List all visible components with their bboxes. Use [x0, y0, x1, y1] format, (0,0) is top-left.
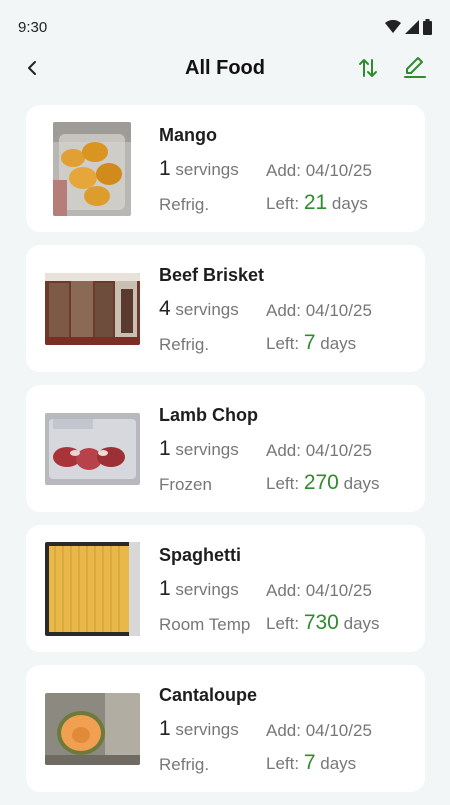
added-date: Add: 04/10/25 [266, 301, 372, 321]
servings: 4 servings [159, 297, 239, 321]
added-date: Add: 04/10/25 [266, 161, 372, 181]
food-photo-beef-brisket [45, 273, 140, 345]
food-photo-cantaloupe [45, 693, 140, 765]
add-date-value: 04/10/25 [305, 721, 372, 740]
food-card-lamb-chop[interactable]: Lamb Chop 1 servings Add: 04/10/25 Froze… [26, 385, 425, 512]
food-card-cantaloupe[interactable]: Cantaloupe 1 servings Add: 04/10/25 Refr… [26, 665, 425, 792]
servings-label: servings [175, 300, 239, 319]
left-label: Left: [266, 194, 300, 213]
servings: 1 servings [159, 437, 239, 461]
app-header: All Food [0, 48, 450, 88]
days-label: days [343, 614, 380, 633]
add-label: Add: [266, 581, 301, 600]
days-left: Left: 270 days [266, 471, 380, 495]
servings-label: servings [175, 440, 239, 459]
add-label: Add: [266, 161, 301, 180]
servings: 1 servings [159, 717, 239, 741]
edit-icon[interactable] [402, 54, 428, 80]
days-left-value: 7 [303, 331, 316, 354]
food-card-spaghetti[interactable]: Spaghetti 1 servings Add: 04/10/25 Room … [26, 525, 425, 652]
food-card-mango[interactable]: Mango 1 servings Add: 04/10/25 Refrig. L… [26, 105, 425, 232]
days-left-value: 730 [303, 611, 339, 634]
added-date: Add: 04/10/25 [266, 441, 372, 461]
days-label: days [320, 334, 357, 353]
days-left-value: 7 [303, 751, 316, 774]
food-name: Beef Brisket [159, 265, 265, 285]
storage-location: Room Temp [159, 615, 251, 634]
servings-label: servings [175, 160, 239, 179]
servings: 1 servings [159, 157, 239, 181]
battery-icon [423, 19, 432, 35]
status-bar: 9:30 [0, 0, 450, 54]
sort-icon[interactable] [356, 56, 380, 80]
food-list: Mango 1 servings Add: 04/10/25 Refrig. L… [26, 105, 425, 805]
days-left: Left: 21 days [266, 191, 368, 215]
servings-count: 1 [159, 717, 171, 740]
left-label: Left: [266, 614, 300, 633]
page-title: All Food [185, 57, 265, 79]
days-label: days [331, 194, 368, 213]
status-icons [385, 19, 432, 35]
food-photo-mango [53, 122, 131, 216]
servings-count: 1 [159, 157, 171, 180]
add-label: Add: [266, 301, 301, 320]
added-date: Add: 04/10/25 [266, 721, 372, 741]
left-label: Left: [266, 754, 300, 773]
left-label: Left: [266, 474, 300, 493]
days-left: Left: 7 days [266, 331, 356, 355]
servings-count: 4 [159, 297, 171, 320]
days-left: Left: 7 days [266, 751, 356, 775]
servings-count: 1 [159, 437, 171, 460]
storage-location: Frozen [159, 475, 212, 494]
status-time: 9:30 [18, 19, 48, 36]
add-date-value: 04/10/25 [305, 301, 372, 320]
wifi-icon [385, 20, 401, 33]
add-date-value: 04/10/25 [305, 581, 372, 600]
storage-location: Refrig. [159, 755, 210, 774]
food-name: Spaghetti [159, 545, 242, 565]
servings-label: servings [175, 580, 239, 599]
add-date-value: 04/10/25 [305, 161, 372, 180]
food-photo-lamb-chop [45, 413, 140, 485]
servings-count: 1 [159, 577, 171, 600]
left-label: Left: [266, 334, 300, 353]
days-label: days [320, 754, 357, 773]
food-name: Mango [159, 125, 217, 145]
food-card-beef-brisket[interactable]: Beef Brisket 4 servings Add: 04/10/25 Re… [26, 245, 425, 372]
storage-location: Refrig. [159, 195, 210, 214]
add-date-value: 04/10/25 [305, 441, 372, 460]
days-left-value: 270 [303, 471, 339, 494]
add-label: Add: [266, 441, 301, 460]
food-photo-spaghetti [45, 542, 140, 636]
storage-location: Refrig. [159, 335, 210, 354]
days-label: days [343, 474, 380, 493]
servings: 1 servings [159, 577, 239, 601]
added-date: Add: 04/10/25 [266, 581, 372, 601]
servings-label: servings [175, 720, 239, 739]
food-name: Cantaloupe [159, 685, 258, 705]
days-left: Left: 730 days [266, 611, 380, 635]
days-left-value: 21 [303, 191, 328, 214]
add-label: Add: [266, 721, 301, 740]
food-name: Lamb Chop [159, 405, 258, 425]
signal-icon [405, 20, 419, 34]
